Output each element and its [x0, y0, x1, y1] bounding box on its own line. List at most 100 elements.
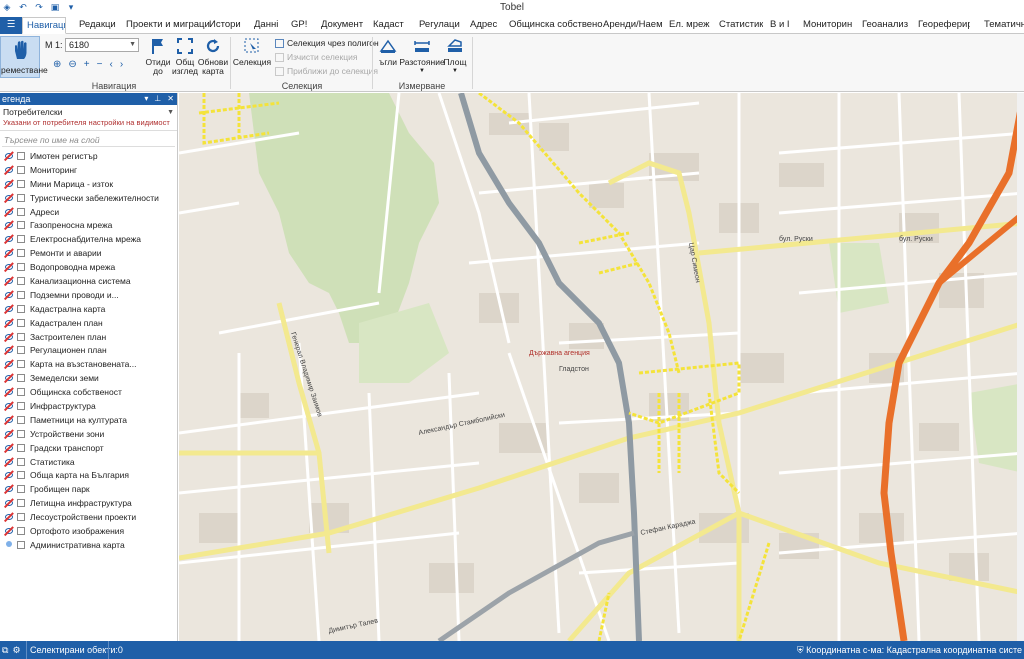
clear-selection[interactable]: Изчисти селекция [275, 52, 357, 62]
hidden-eye-icon[interactable] [3, 220, 14, 231]
tab-navigation[interactable]: Навигаци [22, 17, 66, 34]
layer-checkbox[interactable] [17, 415, 25, 424]
hidden-eye-icon[interactable] [3, 262, 14, 272]
layer-checkbox[interactable] [17, 332, 25, 341]
layer-checkbox[interactable] [17, 346, 25, 355]
tab-municipal-property[interactable]: Общинска собствено [509, 17, 603, 34]
tab-statistics[interactable]: Статистик [719, 17, 763, 34]
pin-icon[interactable]: ⊥ [154, 93, 161, 105]
hidden-eye-icon[interactable] [3, 470, 14, 481]
layer-item[interactable]: Лесоустройствени проекти [0, 510, 177, 524]
layer-checkbox[interactable] [17, 499, 25, 508]
distance-button[interactable]: Разстояние ▼ [399, 36, 445, 76]
hidden-eye-icon[interactable] [3, 192, 14, 203]
hidden-eye-icon[interactable] [3, 345, 14, 356]
tab-addresses[interactable]: Адрес [470, 17, 497, 34]
layer-item[interactable]: Застроителен план [0, 330, 177, 344]
layer-checkbox[interactable] [17, 374, 25, 383]
back-icon[interactable]: ‹ [109, 59, 112, 70]
close-icon[interactable]: ✕ [167, 93, 174, 105]
selection-button[interactable]: Селекция [233, 36, 271, 67]
tab-regulation[interactable]: Регулаци [419, 17, 460, 34]
layer-item[interactable]: Гробищен парк [0, 482, 177, 496]
layer-checkbox[interactable] [17, 276, 25, 285]
hidden-eye-icon[interactable] [3, 498, 14, 508]
zoom-out-icon[interactable]: ⊖ [68, 59, 76, 70]
layer-checkbox[interactable] [17, 179, 25, 188]
tab-electric-network[interactable]: Ел. мреж [669, 17, 710, 34]
plus-icon[interactable]: + [84, 59, 90, 70]
hidden-eye-icon[interactable] [3, 456, 14, 467]
hidden-eye-icon[interactable] [3, 317, 14, 328]
layer-checkbox[interactable] [17, 526, 25, 535]
layer-item[interactable]: Градски транспорт [0, 441, 177, 455]
layer-item[interactable]: Паметници на културата [0, 413, 177, 427]
tab-history[interactable]: Истори [209, 17, 241, 34]
hidden-eye-icon[interactable] [3, 415, 14, 425]
layer-item[interactable]: Туристически забележителности [0, 191, 177, 205]
hidden-eye-icon[interactable] [3, 401, 14, 411]
layer-item[interactable]: Обща карта на България [0, 468, 177, 482]
tab-water[interactable]: В и I [770, 17, 790, 34]
hidden-eye-icon[interactable] [3, 359, 14, 370]
hidden-eye-icon[interactable] [3, 428, 14, 439]
layer-checkbox[interactable] [17, 304, 25, 313]
tab-monitoring[interactable]: Мониторин [803, 17, 852, 34]
minus-icon[interactable]: − [97, 59, 103, 70]
file-tab[interactable]: ☰ [0, 17, 22, 34]
chevron-down-icon[interactable]: ▼ [419, 67, 425, 76]
hidden-eye-icon[interactable] [3, 165, 14, 175]
layer-checkbox[interactable] [17, 471, 25, 480]
layer-item[interactable]: Газопреносна мрежа [0, 218, 177, 232]
chevron-down-icon[interactable]: ▼ [167, 109, 174, 116]
coordinate-system[interactable]: ⛨ Координатна с-ма: Кадастрална координа… [797, 641, 1022, 659]
hidden-eye-icon[interactable] [3, 234, 14, 245]
hidden-eye-icon[interactable] [3, 303, 14, 314]
pan-button[interactable]: реместване [0, 36, 48, 78]
overview-button[interactable]: Общ изглед [171, 36, 199, 76]
layer-item[interactable]: Кадастрален план [0, 316, 177, 330]
layer-checkbox[interactable] [17, 360, 25, 369]
layer-checkbox[interactable] [17, 513, 25, 522]
hidden-eye-icon[interactable] [3, 331, 14, 342]
layer-checkbox[interactable] [17, 429, 25, 438]
layer-item[interactable]: Регулационен план [0, 343, 177, 357]
chevron-down-icon[interactable]: ▼ [129, 39, 136, 51]
tab-data[interactable]: Данні [254, 17, 278, 34]
layer-item[interactable]: Адреси [0, 205, 177, 219]
layer-item[interactable]: Ремонти и аварии [0, 246, 177, 260]
layer-checkbox[interactable] [17, 165, 25, 174]
layer-item[interactable]: Статистика [0, 455, 177, 469]
layer-checkbox[interactable] [17, 443, 25, 452]
zoom-in-icon[interactable]: ⊕ [53, 59, 61, 70]
layer-search-input[interactable]: Търсене по име на слой [2, 133, 175, 147]
hidden-eye-icon[interactable] [3, 276, 14, 286]
layer-checkbox[interactable] [17, 249, 25, 258]
settings-icon[interactable]: ⚙ [12, 641, 20, 659]
visibility-profile-select[interactable]: Потребителски Указани от потребителя нас… [0, 105, 177, 131]
layer-checkbox[interactable] [17, 263, 25, 272]
layer-checkbox[interactable] [17, 151, 25, 160]
hidden-eye-icon[interactable] [3, 484, 14, 495]
layer-item[interactable]: Електроснабдителна мрежа [0, 232, 177, 246]
tab-edit[interactable]: Редакци [79, 17, 116, 34]
tab-projects[interactable]: Проекти и миграци [126, 17, 210, 34]
chevron-down-icon[interactable]: ▼ [452, 67, 458, 76]
layer-item[interactable]: Водопроводна мрежа [0, 260, 177, 274]
tab-geoanalysis[interactable]: Геоанализ [862, 17, 908, 34]
bulb-icon[interactable] [4, 540, 14, 550]
refresh-map-button[interactable]: Обнови карта [198, 36, 228, 76]
layer-item[interactable]: Имотен регистър [0, 149, 177, 163]
layer-item[interactable]: Общинска собственост [0, 385, 177, 399]
hidden-eye-icon[interactable] [3, 373, 14, 383]
layer-item[interactable]: Летищна инфраструктура [0, 496, 177, 510]
layer-checkbox[interactable] [17, 290, 25, 299]
hidden-eye-icon[interactable] [3, 512, 14, 522]
hidden-eye-icon[interactable] [3, 178, 14, 189]
layer-checkbox[interactable] [17, 401, 25, 410]
hidden-eye-icon[interactable] [3, 442, 14, 453]
layer-item[interactable]: Земеделски земи [0, 371, 177, 385]
layer-item[interactable]: Инфраструктура [0, 399, 177, 413]
hidden-eye-icon[interactable] [3, 387, 14, 397]
area-button[interactable]: Площ ▼ [443, 36, 467, 76]
